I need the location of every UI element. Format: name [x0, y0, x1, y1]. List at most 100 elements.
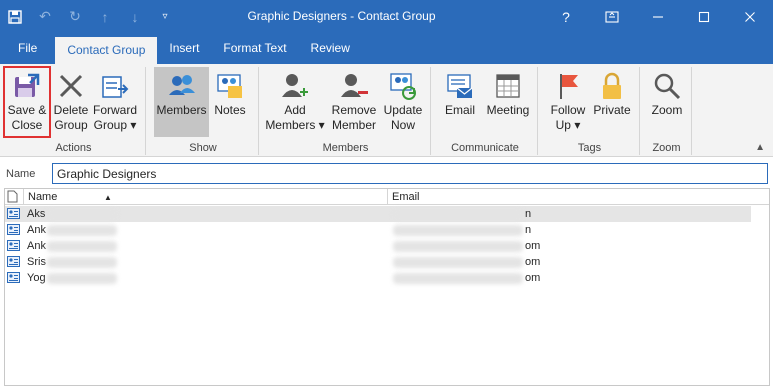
actions-group: Save & Close Delete Group Forward Group …: [2, 66, 146, 155]
tags-group-label: Tags: [577, 142, 602, 154]
notes-icon: [214, 69, 246, 103]
members-list[interactable]: Name ▲ Email Aks n Ank n Ank om Sris om …: [4, 188, 770, 386]
item-type-icon[interactable]: [7, 190, 21, 203]
close-button[interactable]: [727, 0, 773, 33]
tab-format-text[interactable]: Format Text: [211, 33, 298, 64]
redacted-email: [393, 257, 523, 268]
redacted-name: [47, 257, 117, 268]
redacted-name: [47, 209, 117, 220]
add-members-label-2: Members ▾: [265, 118, 325, 132]
zoom-label: Zoom: [651, 103, 683, 117]
forward-group-label-1: Forward: [92, 103, 137, 117]
redo-icon[interactable]: ↻: [60, 0, 90, 33]
contact-card-icon: [7, 224, 21, 236]
member-name: Yog: [27, 272, 46, 284]
member-email: om: [525, 256, 541, 268]
column-header-email[interactable]: Email: [387, 189, 751, 205]
quick-access-toolbar: ↶ ↻ ↑ ↓ ▿: [0, 0, 180, 33]
contact-card-icon: [7, 272, 21, 284]
redacted-email: [393, 209, 523, 220]
communicate-group-label: Communicate: [451, 142, 519, 154]
magnifier-icon: [651, 69, 683, 103]
sort-ascending-icon: ▲: [104, 193, 112, 202]
contact-card-icon: [7, 256, 21, 268]
meeting-button[interactable]: Meeting: [483, 67, 533, 137]
contact-card-icon: [7, 208, 21, 220]
member-row[interactable]: Ank n: [5, 222, 751, 238]
lock-icon: [596, 69, 628, 103]
column-name-label: Name: [28, 191, 58, 203]
member-name: Sris: [27, 256, 46, 268]
down-arrow-icon[interactable]: ↓: [120, 0, 150, 33]
member-name: Aks: [27, 208, 46, 220]
member-row[interactable]: Sris om: [5, 254, 751, 270]
members-view-button[interactable]: Members: [154, 67, 209, 137]
delete-group-button[interactable]: Delete Group: [52, 67, 90, 137]
delete-group-label-2: Group: [54, 118, 88, 132]
member-name: Ank: [27, 224, 46, 236]
save-close-label-2: Close: [11, 118, 43, 132]
ribbon: Save & Close Delete Group Forward Group …: [0, 64, 773, 157]
tab-review[interactable]: Review: [299, 33, 362, 64]
remove-member-label-2: Member: [331, 118, 376, 132]
redacted-name: [47, 225, 117, 236]
update-now-button[interactable]: Update Now: [381, 67, 425, 137]
save-close-button[interactable]: Save & Close: [3, 66, 51, 138]
maximize-button[interactable]: [681, 0, 727, 33]
customize-qat-icon[interactable]: ▿: [150, 0, 180, 33]
title-bar: ↶ ↻ ↑ ↓ ▿ Graphic Designers - Contact Gr…: [0, 0, 773, 33]
forward-group-button[interactable]: Forward Group ▾: [91, 67, 139, 137]
add-members-button[interactable]: Add Members ▾: [264, 67, 326, 137]
email-button[interactable]: Email: [439, 67, 481, 137]
follow-up-label-2: Up ▾: [555, 118, 581, 132]
redacted-email: [393, 225, 523, 236]
member-email: om: [525, 240, 541, 252]
redacted-name: [47, 273, 117, 284]
member-row[interactable]: Ank om: [5, 238, 751, 254]
update-now-icon: [387, 69, 419, 103]
name-field-label: Name: [6, 168, 36, 180]
member-row[interactable]: Aks n: [5, 206, 751, 222]
redacted-name: [47, 241, 117, 252]
undo-icon[interactable]: ↶: [30, 0, 60, 33]
redacted-email: [393, 241, 523, 252]
redacted-email: [393, 273, 523, 284]
update-now-label-2: Now: [390, 118, 415, 132]
tab-file[interactable]: File: [0, 33, 55, 64]
members-group: Add Members ▾ Remove Member Update Now M…: [261, 67, 431, 155]
delete-group-label-1: Delete: [53, 103, 89, 117]
zoom-button[interactable]: Zoom: [646, 67, 688, 137]
column-header-name[interactable]: Name ▲: [23, 189, 387, 205]
notes-button[interactable]: Notes: [211, 67, 249, 137]
tab-insert[interactable]: Insert: [157, 33, 211, 64]
members-group-label: Members: [322, 142, 369, 154]
save-close-icon: [11, 69, 43, 103]
remove-member-button[interactable]: Remove Member: [329, 67, 379, 137]
add-members-label-1: Add: [284, 103, 306, 117]
private-button[interactable]: Private: [590, 67, 634, 137]
show-group: Members Notes Show: [148, 67, 259, 155]
ribbon-display-options-icon[interactable]: [589, 0, 635, 33]
follow-up-button[interactable]: Follow Up ▾: [546, 67, 590, 137]
email-label: Email: [444, 103, 475, 117]
zoom-group-label: Zoom: [652, 142, 681, 154]
collapse-ribbon-icon[interactable]: ▲: [755, 142, 765, 153]
private-label: Private: [593, 103, 631, 117]
member-row[interactable]: Yog om: [5, 270, 751, 286]
save-icon[interactable]: [0, 0, 30, 33]
tab-contact-group[interactable]: Contact Group: [55, 37, 158, 64]
meeting-label: Meeting: [486, 103, 530, 117]
column-email-label: Email: [392, 191, 420, 203]
up-arrow-icon[interactable]: ↑: [90, 0, 120, 33]
member-name: Ank: [27, 240, 46, 252]
notes-label: Notes: [214, 103, 246, 117]
forward-group-label-2: Group ▾: [93, 118, 137, 132]
meeting-calendar-icon: [492, 69, 524, 103]
communicate-group: Email Meeting Communicate: [433, 67, 538, 155]
minimize-button[interactable]: [635, 0, 681, 33]
remove-member-label-1: Remove: [331, 103, 377, 117]
tags-group: Follow Up ▾ Private Tags: [540, 67, 640, 155]
members-icon: [166, 69, 198, 103]
group-name-input[interactable]: [52, 163, 768, 184]
help-button[interactable]: ?: [543, 0, 589, 33]
